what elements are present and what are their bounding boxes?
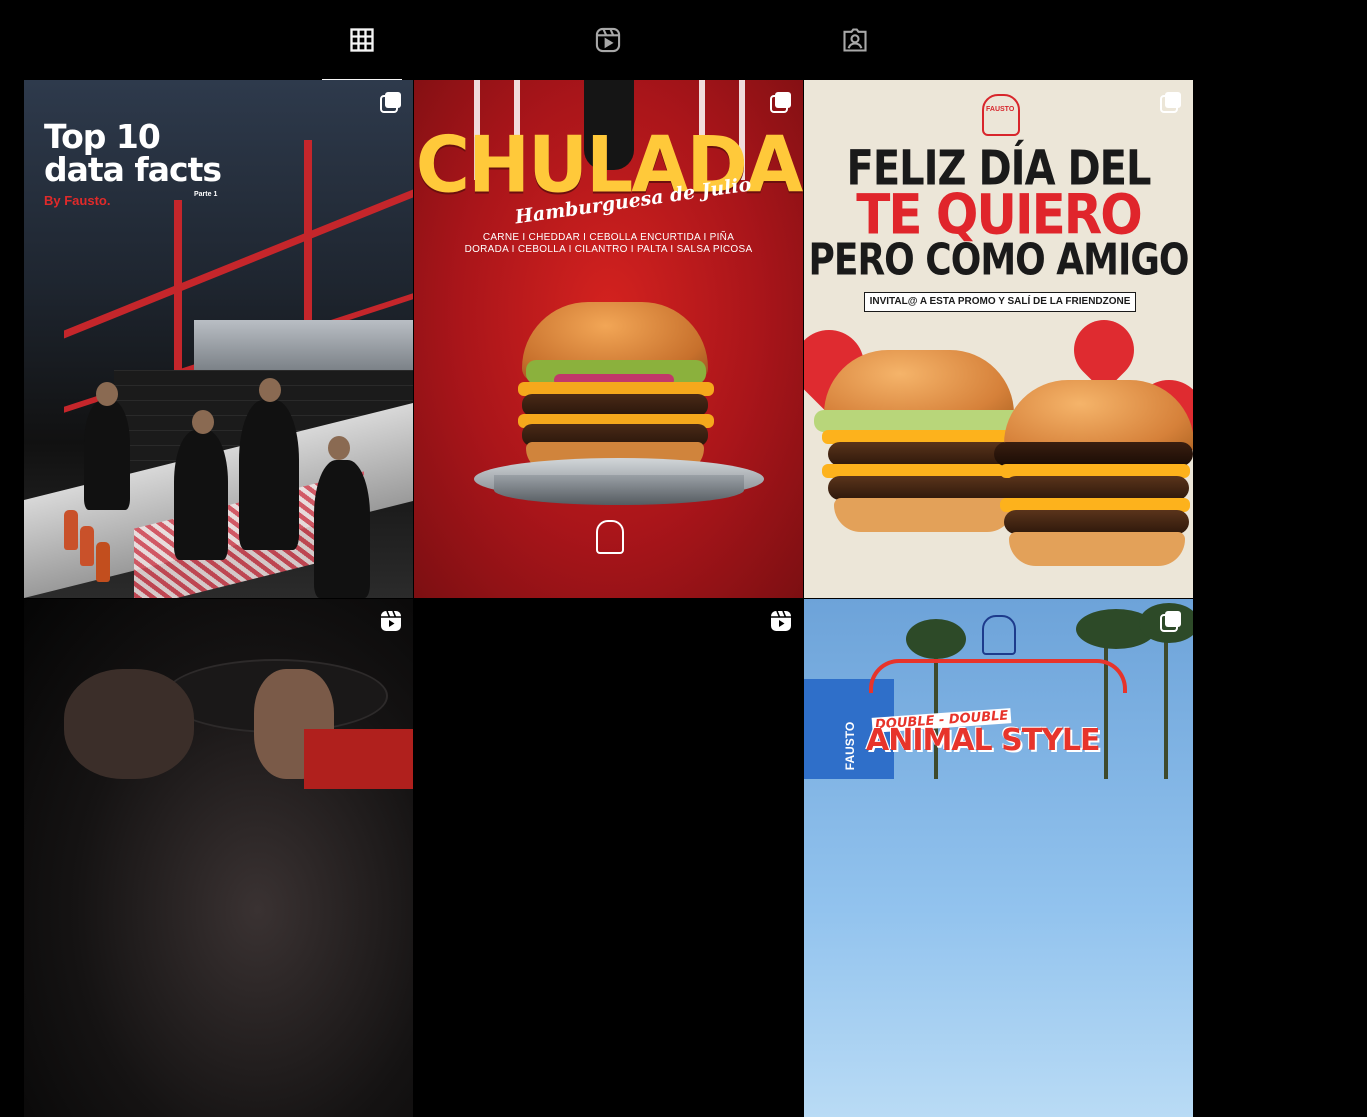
worker — [314, 460, 370, 598]
fausto-logo-icon — [982, 94, 1020, 136]
profile-tabs: Posts Reels Tagged — [24, 0, 1193, 80]
sauce-bottle — [80, 526, 94, 566]
post-headline: PERO COMO AMIGO — [808, 235, 1189, 286]
fausto-logo-icon — [982, 615, 1016, 655]
burger-bun-bottom — [834, 498, 1014, 532]
red-jacket — [304, 729, 413, 789]
worker — [239, 400, 299, 550]
post-headline: ANIMAL STYLE — [866, 723, 1101, 758]
worker-head — [259, 378, 281, 402]
arrow-sign — [869, 659, 1127, 693]
worker-head — [328, 436, 350, 460]
post-part: Parte 1 — [194, 191, 218, 198]
burger-patty — [522, 394, 708, 416]
burger-patty — [828, 442, 1018, 466]
burger-bacon — [994, 442, 1193, 466]
worker — [84, 400, 130, 510]
red-column — [304, 140, 312, 340]
post-byline: By Fausto. — [44, 193, 111, 208]
extractor-hood — [194, 320, 413, 370]
worker-head — [192, 410, 214, 434]
carousel-icon — [770, 92, 791, 113]
worker-head — [96, 382, 118, 406]
carousel-icon — [380, 92, 401, 113]
worker — [174, 430, 228, 560]
post-tile-reel-dark[interactable] — [414, 599, 803, 1117]
post-tile-reel-mariachi[interactable] — [24, 599, 413, 1117]
carousel-icon — [1160, 611, 1181, 632]
post-tile-animal-style[interactable]: FAUSTO DOUBLE - DOUBLE ANIMAL STYLE — [804, 599, 1193, 1117]
grid-icon — [350, 28, 374, 52]
serving-tray-base — [494, 475, 744, 505]
post-tile-te-quiero[interactable]: FAUSTO FELIZ DÍA DEL TE QUIERO PERO COMO… — [804, 80, 1193, 598]
palm-trunk — [1164, 619, 1168, 779]
palm-trunk — [1104, 629, 1108, 779]
tab-reels[interactable]: Reels — [568, 0, 648, 80]
burger-lettuce — [814, 410, 1024, 432]
sauce-bottle — [96, 542, 110, 582]
ingredients-line: CARNE I CHEDDAR I CEBOLLA ENCURTIDA I PI… — [482, 232, 735, 243]
storefront-sign: FAUSTO — [843, 721, 858, 771]
post-tile-chulada[interactable]: CHULADA Hamburguesa de Julio CARNE I CHE… — [414, 80, 803, 598]
fausto-logo-icon — [596, 520, 624, 554]
sauce-bottle — [64, 510, 78, 550]
promo-banner: INVITAL@ A ESTA PROMO Y SALÍ DE LA FRIEN… — [864, 292, 1136, 312]
burger-patty — [828, 476, 1018, 500]
burger-bun-bottom — [1009, 532, 1185, 566]
tagged-icon — [843, 28, 867, 52]
person-silhouette — [64, 669, 194, 779]
tab-posts[interactable]: Posts — [322, 0, 402, 80]
reel-icon — [771, 610, 791, 631]
ingredients-line: DORADA I CEBOLLA I CILANTRO I PALTA I SA… — [464, 244, 753, 255]
post-title: Top 10 data facts — [44, 117, 222, 189]
palm-fronds — [906, 619, 966, 659]
reels-icon — [595, 27, 621, 53]
post-tile-top10[interactable]: Top 10 data facts By Fausto. Parte 1 — [24, 80, 413, 598]
tab-tagged[interactable]: Tagged — [815, 0, 895, 80]
burger-patty — [1004, 476, 1189, 500]
carousel-icon — [1160, 92, 1181, 113]
burger-patty — [1004, 510, 1189, 534]
brand-name: FAUSTO — [986, 106, 1015, 113]
reel-icon — [381, 610, 401, 631]
